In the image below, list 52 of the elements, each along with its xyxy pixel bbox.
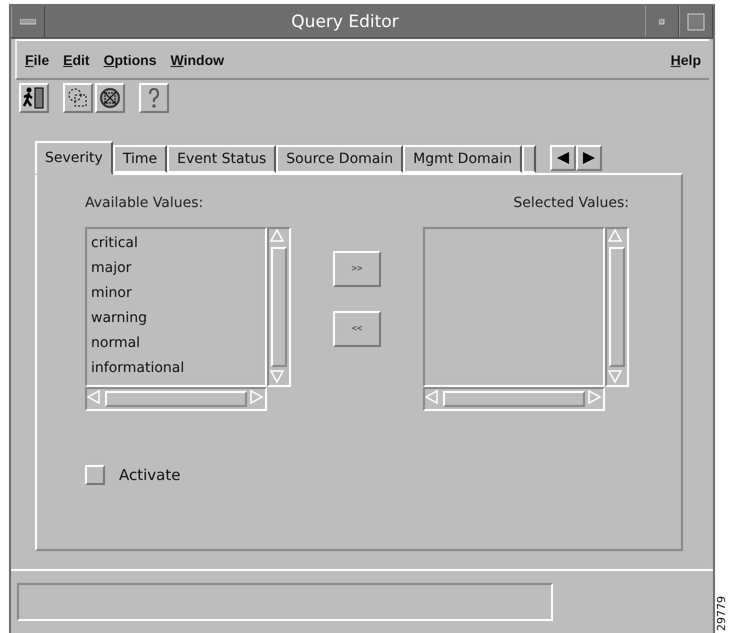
list-item[interactable]: warning [91,306,261,331]
vertical-scrollbar[interactable] [267,226,291,387]
partial-tab[interactable] [522,144,536,173]
tab-scroll-left-icon[interactable] [550,144,576,171]
list-item[interactable]: informational [91,356,261,381]
list-item[interactable]: major [91,256,261,281]
selected-values-label: Selected Values: [513,194,629,211]
select-button[interactable] [63,83,93,114]
scroll-right-icon[interactable] [587,388,603,405]
scroll-right-icon[interactable] [249,388,265,405]
scroll-left-icon[interactable] [425,388,441,405]
scroll-left-icon[interactable] [87,388,103,405]
maximize-button[interactable] [679,6,713,38]
figure-number: 29779 [715,596,728,631]
help-button[interactable] [139,83,169,114]
horizontal-scrollbar[interactable] [423,386,605,411]
add-button[interactable]: >> [333,250,381,287]
checkbox-label: Activate [119,466,180,484]
square-icon [687,12,705,31]
list-item[interactable]: normal [91,330,261,356]
menu-item[interactable]: Window [170,52,224,68]
menu-item[interactable]: Options [104,52,156,68]
activate-checkbox[interactable] [85,464,105,485]
minimize-button[interactable] [645,6,679,38]
window-title: Query Editor [290,10,400,34]
walking-person-icon [22,86,46,110]
tab-scroll-right-icon[interactable] [576,144,602,171]
tab[interactable]: Severity [35,140,113,175]
menu-item[interactable]: File [25,52,50,68]
tab[interactable]: Time [112,144,168,173]
menu-item[interactable]: Edit [63,52,90,68]
scroll-down-icon[interactable] [607,368,623,385]
window-menu-button[interactable] [11,6,45,38]
list-item[interactable]: minor [91,280,261,306]
available-values-list[interactable]: critical major minor warning normal informational [85,226,267,387]
scroll-down-icon[interactable] [269,368,285,385]
tab[interactable]: Source Domain [276,144,404,173]
help-menu[interactable]: Help [670,52,701,68]
clear-button[interactable] [95,83,125,114]
scroll-up-icon[interactable] [269,228,285,245]
exit-button[interactable] [19,83,49,114]
tab[interactable]: Mgmt Domain [403,144,522,173]
scroll-up-icon[interactable] [607,228,623,245]
selected-values-list[interactable] [423,226,605,387]
list-item[interactable]: critical [91,230,261,256]
available-values-label: Available Values: [85,194,204,211]
bar-icon [20,18,36,25]
vertical-scrollbar[interactable] [605,226,629,387]
horizontal-scrollbar[interactable] [85,386,267,411]
tab[interactable]: Event Status [167,144,276,173]
remove-button[interactable]: << [333,310,381,347]
crossed-circle-icon [98,86,122,110]
